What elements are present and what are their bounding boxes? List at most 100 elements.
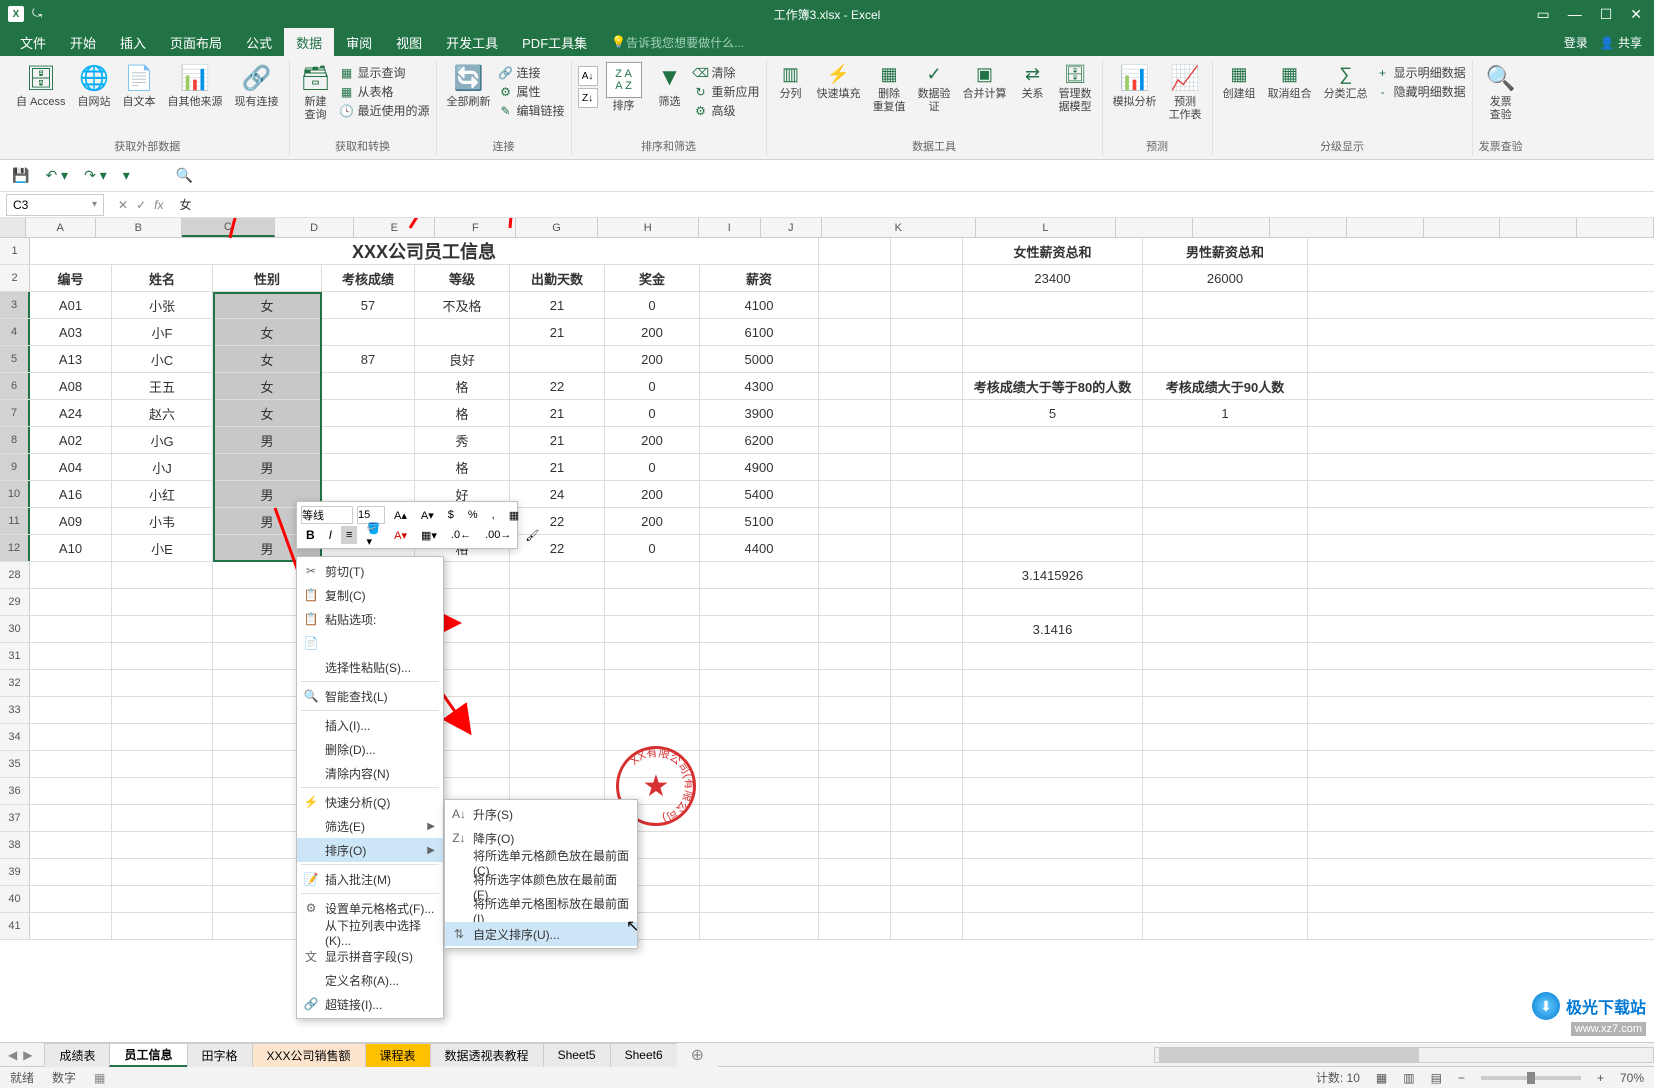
- percent-format-icon[interactable]: %: [463, 506, 483, 524]
- row-header-7[interactable]: 7: [0, 400, 30, 426]
- cell-35-10[interactable]: [963, 751, 1143, 777]
- fx-icon[interactable]: fx: [154, 198, 163, 212]
- ctx-显示拼音字段(S)[interactable]: 文显示拼音字段(S): [297, 944, 443, 968]
- from-other-button[interactable]: 📊自其他来源: [164, 60, 227, 111]
- cell-11-1[interactable]: 小韦: [112, 508, 213, 534]
- cell-4-1[interactable]: 小F: [112, 319, 213, 345]
- cell-39-10[interactable]: [963, 859, 1143, 885]
- cell-35-9[interactable]: [891, 751, 963, 777]
- sort-button[interactable]: Z AA Z排序: [602, 60, 646, 115]
- cell-29-8[interactable]: [819, 589, 891, 615]
- cell-31-10[interactable]: [963, 643, 1143, 669]
- column-header-I[interactable]: I: [699, 218, 760, 237]
- cell-35-5[interactable]: [510, 751, 605, 777]
- data-model-button[interactable]: 🗄管理数 据模型: [1055, 60, 1096, 116]
- cell-30-11[interactable]: [1143, 616, 1308, 642]
- consolidate-button[interactable]: ▣合并计算: [959, 60, 1011, 103]
- cell-31-1[interactable]: [112, 643, 213, 669]
- sheet-tab-田字格[interactable]: 田字格: [187, 1043, 253, 1067]
- sheet-tab-员工信息[interactable]: 员工信息: [109, 1043, 187, 1067]
- cell-41-11[interactable]: [1143, 913, 1308, 939]
- score80-header[interactable]: 考核成绩大于等于80的人数: [963, 373, 1143, 399]
- tell-me-input[interactable]: 💡 告诉我您想要做什么...: [611, 28, 744, 56]
- row-header-31[interactable]: 31: [0, 643, 30, 669]
- cell-6-3[interactable]: [322, 373, 415, 399]
- horizontal-scrollbar[interactable]: [1154, 1047, 1654, 1063]
- cell-37-11[interactable]: [1143, 805, 1308, 831]
- ctx-清除内容(N)[interactable]: 清除内容(N): [297, 761, 443, 785]
- tab-data[interactable]: 数据: [284, 28, 334, 56]
- cell-8-1[interactable]: 小G: [112, 427, 213, 453]
- advanced-filter-button[interactable]: ⚙高级: [694, 102, 760, 119]
- accept-formula-icon[interactable]: ✓: [136, 198, 146, 212]
- cell-28-6[interactable]: [605, 562, 700, 588]
- cell-38-8[interactable]: [819, 832, 891, 858]
- cell-8-0[interactable]: A02: [30, 427, 112, 453]
- cell-34-8[interactable]: [819, 724, 891, 750]
- cell-39-8[interactable]: [819, 859, 891, 885]
- cell-28-9[interactable]: [891, 562, 963, 588]
- cell-8-7[interactable]: 6200: [700, 427, 819, 453]
- row-header-3[interactable]: 3: [0, 292, 30, 318]
- increase-decimal-icon[interactable]: .00→: [480, 526, 516, 544]
- cell-40-8[interactable]: [819, 886, 891, 912]
- font-color-icon[interactable]: A▾: [389, 526, 412, 544]
- cell-41-0[interactable]: [30, 913, 112, 939]
- sheet-tab-Sheet5[interactable]: Sheet5: [543, 1043, 611, 1067]
- view-layout-icon[interactable]: ▥: [1403, 1071, 1414, 1085]
- edit-links-button[interactable]: ✎编辑链接: [499, 102, 565, 119]
- tab-file[interactable]: 文件: [8, 28, 58, 56]
- cell-9-2[interactable]: 男: [213, 454, 322, 480]
- cell-8-2[interactable]: 男: [213, 427, 322, 453]
- cell-8-3[interactable]: [322, 427, 415, 453]
- cell-9-1[interactable]: 小J: [112, 454, 213, 480]
- ctx-删除(D)...[interactable]: 删除(D)...: [297, 737, 443, 761]
- increase-font-icon[interactable]: A▴: [389, 506, 412, 524]
- add-sheet-button[interactable]: ⊕: [677, 1043, 718, 1067]
- cell-30-8[interactable]: [819, 616, 891, 642]
- from-web-button[interactable]: 🌐自网站: [74, 60, 115, 111]
- cell-34-11[interactable]: [1143, 724, 1308, 750]
- cell-28-7[interactable]: [700, 562, 819, 588]
- comma-format-icon[interactable]: ,: [487, 506, 500, 524]
- ctx-粘贴选项:[interactable]: 📋粘贴选项:: [297, 607, 443, 631]
- cell-4-4[interactable]: [415, 319, 510, 345]
- text-to-columns-button[interactable]: ▥分列: [773, 60, 809, 103]
- reapply-button[interactable]: ↻重新应用: [694, 83, 760, 100]
- new-query-button[interactable]: 🗃新建 查询: [296, 60, 336, 124]
- cell-8-6[interactable]: 200: [605, 427, 700, 453]
- row-header-36[interactable]: 36: [0, 778, 30, 804]
- subtotal-button[interactable]: ∑分类汇总: [1320, 60, 1372, 103]
- row-header-9[interactable]: 9: [0, 454, 30, 480]
- existing-conn-button[interactable]: 🔗现有连接: [231, 60, 283, 111]
- cell-34-1[interactable]: [112, 724, 213, 750]
- row-header-5[interactable]: 5: [0, 346, 30, 372]
- column-header-L[interactable]: L: [976, 218, 1117, 237]
- cell-38-0[interactable]: [30, 832, 112, 858]
- cell-28-5[interactable]: [510, 562, 605, 588]
- row-header-10[interactable]: 10: [0, 481, 30, 507]
- row-header-35[interactable]: 35: [0, 751, 30, 777]
- cell-5-2[interactable]: 女: [213, 346, 322, 372]
- cell-34-10[interactable]: [963, 724, 1143, 750]
- cell-30-6[interactable]: [605, 616, 700, 642]
- recent-sources-button[interactable]: 🕓最近使用的源: [340, 102, 430, 119]
- cell-32-5[interactable]: [510, 670, 605, 696]
- save-icon[interactable]: 💾: [12, 167, 29, 184]
- cell-31-9[interactable]: [891, 643, 963, 669]
- minimize-icon[interactable]: ―: [1568, 6, 1582, 22]
- filter-button[interactable]: ▼筛选: [650, 60, 690, 111]
- ctx-定义名称(A)...[interactable]: 定义名称(A)...: [297, 968, 443, 992]
- cell-36-0[interactable]: [30, 778, 112, 804]
- cell-35-0[interactable]: [30, 751, 112, 777]
- cell-41-9[interactable]: [891, 913, 963, 939]
- clear-filter-button[interactable]: ⌫清除: [694, 64, 760, 81]
- cell-3-5[interactable]: 21: [510, 292, 605, 318]
- cell-4-7[interactable]: 6100: [700, 319, 819, 345]
- sub-升序(S)[interactable]: A↓升序(S): [445, 802, 637, 826]
- ctx-选择性粘贴(S)...[interactable]: 选择性粘贴(S)...: [297, 655, 443, 679]
- ctx-复制(C)[interactable]: 📋复制(C): [297, 583, 443, 607]
- cell-12-7[interactable]: 4400: [700, 535, 819, 561]
- cell-styles-icon[interactable]: ▦: [504, 506, 524, 524]
- sheet-tab-Sheet6[interactable]: Sheet6: [610, 1043, 678, 1067]
